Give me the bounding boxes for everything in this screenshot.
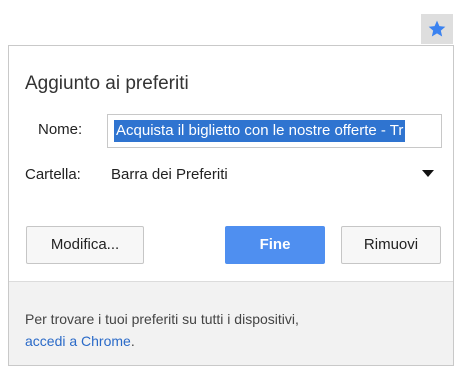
- footer-text: Per trovare i tuoi preferiti su tutti i …: [25, 311, 299, 327]
- name-input-value: Acquista il biglietto con le nostre offe…: [114, 120, 406, 142]
- chevron-down-icon: [422, 170, 434, 177]
- sign-in-link[interactable]: accedi a Chrome: [25, 333, 131, 349]
- browser-toolbar-strip: [0, 0, 455, 44]
- folder-select[interactable]: Barra dei Preferiti: [107, 158, 442, 192]
- footer-line: accedi a Chrome.: [25, 333, 135, 349]
- folder-select-value: Barra dei Preferiti: [111, 166, 228, 183]
- bookmark-bubble: Aggiunto ai preferiti Nome: Acquista il …: [8, 45, 454, 366]
- done-button[interactable]: Fine: [225, 226, 325, 264]
- star-icon: [428, 20, 446, 37]
- sync-promo-footer: Per trovare i tuoi preferiti su tutti i …: [9, 281, 453, 365]
- bookmark-star-button[interactable]: [421, 14, 453, 44]
- edit-button[interactable]: Modifica...: [26, 226, 144, 264]
- folder-label: Cartella:: [25, 166, 81, 183]
- name-label: Nome:: [38, 121, 83, 138]
- remove-button[interactable]: Rimuovi: [341, 226, 441, 264]
- name-input[interactable]: Acquista il biglietto con le nostre offe…: [107, 114, 442, 148]
- dialog-title: Aggiunto ai preferiti: [25, 73, 189, 94]
- footer-period: .: [130, 333, 135, 349]
